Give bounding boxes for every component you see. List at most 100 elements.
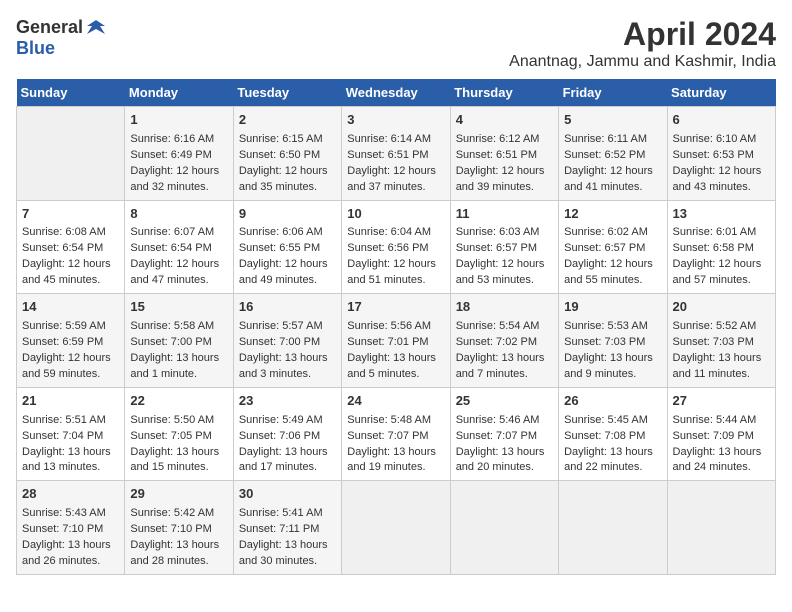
cell-data-line: Sunrise: 5:44 AM xyxy=(673,413,770,429)
day-number: 7 xyxy=(22,205,119,224)
cell-data-line: Daylight: 13 hours and 5 minutes. xyxy=(347,351,444,383)
cell-data-line: Sunrise: 5:54 AM xyxy=(456,319,553,335)
calendar-header-row: SundayMondayTuesdayWednesdayThursdayFrid… xyxy=(17,79,776,107)
calendar-week-row: 14Sunrise: 5:59 AMSunset: 6:59 PMDayligh… xyxy=(17,294,776,388)
day-of-week-header: Thursday xyxy=(450,79,558,107)
cell-data-line: Sunset: 6:59 PM xyxy=(22,335,119,351)
calendar-cell: 25Sunrise: 5:46 AMSunset: 7:07 PMDayligh… xyxy=(450,387,558,481)
cell-data-line: Sunrise: 6:11 AM xyxy=(564,132,661,148)
cell-data-line: Sunset: 7:03 PM xyxy=(564,335,661,351)
cell-data-line: Daylight: 13 hours and 28 minutes. xyxy=(130,538,227,570)
cell-data-line: Sunset: 6:52 PM xyxy=(564,148,661,164)
cell-data-line: Sunset: 7:05 PM xyxy=(130,429,227,445)
cell-data-line: Daylight: 13 hours and 11 minutes. xyxy=(673,351,770,383)
calendar-cell xyxy=(17,107,125,201)
day-of-week-header: Monday xyxy=(125,79,233,107)
day-number: 18 xyxy=(456,298,553,317)
calendar-cell xyxy=(342,481,450,575)
calendar-cell xyxy=(450,481,558,575)
cell-data-line: Sunrise: 6:04 AM xyxy=(347,225,444,241)
calendar-cell: 6Sunrise: 6:10 AMSunset: 6:53 PMDaylight… xyxy=(667,107,775,201)
cell-data-line: Sunset: 6:55 PM xyxy=(239,241,336,257)
cell-data-line: Sunrise: 6:03 AM xyxy=(456,225,553,241)
calendar-cell: 12Sunrise: 6:02 AMSunset: 6:57 PMDayligh… xyxy=(559,200,667,294)
cell-data-line: Daylight: 12 hours and 37 minutes. xyxy=(347,164,444,196)
calendar-week-row: 7Sunrise: 6:08 AMSunset: 6:54 PMDaylight… xyxy=(17,200,776,294)
calendar-cell: 13Sunrise: 6:01 AMSunset: 6:58 PMDayligh… xyxy=(667,200,775,294)
cell-data-line: Sunrise: 5:45 AM xyxy=(564,413,661,429)
cell-data-line: Sunrise: 5:52 AM xyxy=(673,319,770,335)
calendar-cell: 9Sunrise: 6:06 AMSunset: 6:55 PMDaylight… xyxy=(233,200,341,294)
cell-data-line: Daylight: 13 hours and 15 minutes. xyxy=(130,445,227,477)
cell-data-line: Sunset: 7:10 PM xyxy=(130,522,227,538)
day-of-week-header: Sunday xyxy=(17,79,125,107)
cell-data-line: Daylight: 13 hours and 24 minutes. xyxy=(673,445,770,477)
header: General Blue April 2024 Anantnag, Jammu … xyxy=(16,16,776,71)
calendar-cell: 3Sunrise: 6:14 AMSunset: 6:51 PMDaylight… xyxy=(342,107,450,201)
cell-data-line: Sunset: 6:50 PM xyxy=(239,148,336,164)
calendar-cell: 2Sunrise: 6:15 AMSunset: 6:50 PMDaylight… xyxy=(233,107,341,201)
cell-data-line: Sunset: 7:00 PM xyxy=(239,335,336,351)
day-number: 19 xyxy=(564,298,661,317)
cell-data-line: Daylight: 12 hours and 45 minutes. xyxy=(22,257,119,289)
calendar-cell: 16Sunrise: 5:57 AMSunset: 7:00 PMDayligh… xyxy=(233,294,341,388)
day-number: 12 xyxy=(564,205,661,224)
day-number: 11 xyxy=(456,205,553,224)
cell-data-line: Daylight: 12 hours and 55 minutes. xyxy=(564,257,661,289)
cell-data-line: Daylight: 13 hours and 22 minutes. xyxy=(564,445,661,477)
cell-data-line: Daylight: 12 hours and 41 minutes. xyxy=(564,164,661,196)
cell-data-line: Sunset: 7:04 PM xyxy=(22,429,119,445)
cell-data-line: Daylight: 13 hours and 3 minutes. xyxy=(239,351,336,383)
day-number: 22 xyxy=(130,392,227,411)
day-number: 29 xyxy=(130,485,227,504)
cell-data-line: Sunset: 7:08 PM xyxy=(564,429,661,445)
day-number: 21 xyxy=(22,392,119,411)
cell-data-line: Sunset: 6:54 PM xyxy=(130,241,227,257)
cell-data-line: Sunrise: 6:14 AM xyxy=(347,132,444,148)
cell-data-line: Daylight: 12 hours and 32 minutes. xyxy=(130,164,227,196)
day-of-week-header: Wednesday xyxy=(342,79,450,107)
cell-data-line: Sunrise: 6:06 AM xyxy=(239,225,336,241)
day-number: 17 xyxy=(347,298,444,317)
day-number: 8 xyxy=(130,205,227,224)
cell-data-line: Daylight: 13 hours and 9 minutes. xyxy=(564,351,661,383)
day-number: 10 xyxy=(347,205,444,224)
cell-data-line: Daylight: 13 hours and 17 minutes. xyxy=(239,445,336,477)
calendar-cell: 1Sunrise: 6:16 AMSunset: 6:49 PMDaylight… xyxy=(125,107,233,201)
calendar-cell: 14Sunrise: 5:59 AMSunset: 6:59 PMDayligh… xyxy=(17,294,125,388)
day-number: 20 xyxy=(673,298,770,317)
calendar-cell: 4Sunrise: 6:12 AMSunset: 6:51 PMDaylight… xyxy=(450,107,558,201)
day-number: 6 xyxy=(673,111,770,130)
day-of-week-header: Tuesday xyxy=(233,79,341,107)
calendar-cell: 20 Sunrise: 5:52 AMSunset: 7:03 PMDayligh… xyxy=(667,294,775,388)
cell-data-line: Sunrise: 5:42 AM xyxy=(130,506,227,522)
cell-data-line: Sunset: 6:58 PM xyxy=(673,241,770,257)
cell-data-line: Sunrise: 6:10 AM xyxy=(673,132,770,148)
cell-data-line: Sunset: 7:03 PM xyxy=(673,335,770,351)
cell-data-line: Sunset: 7:02 PM xyxy=(456,335,553,351)
cell-data-line: Daylight: 12 hours and 43 minutes. xyxy=(673,164,770,196)
day-number: 2 xyxy=(239,111,336,130)
logo-blue-text: Blue xyxy=(16,38,55,59)
calendar-cell: 10Sunrise: 6:04 AMSunset: 6:56 PMDayligh… xyxy=(342,200,450,294)
cell-data-line: Sunset: 6:54 PM xyxy=(22,241,119,257)
cell-data-line: Sunrise: 5:51 AM xyxy=(22,413,119,429)
calendar-table: SundayMondayTuesdayWednesdayThursdayFrid… xyxy=(16,79,776,575)
cell-data-line: Sunrise: 5:53 AM xyxy=(564,319,661,335)
cell-data-line: Daylight: 12 hours and 51 minutes. xyxy=(347,257,444,289)
calendar-cell: 11Sunrise: 6:03 AMSunset: 6:57 PMDayligh… xyxy=(450,200,558,294)
cell-data-line: Daylight: 12 hours and 59 minutes. xyxy=(22,351,119,383)
day-number: 26 xyxy=(564,392,661,411)
calendar-cell xyxy=(559,481,667,575)
cell-data-line: Daylight: 13 hours and 7 minutes. xyxy=(456,351,553,383)
calendar-cell: 21Sunrise: 5:51 AMSunset: 7:04 PMDayligh… xyxy=(17,387,125,481)
day-number: 5 xyxy=(564,111,661,130)
calendar-cell: 17Sunrise: 5:56 AMSunset: 7:01 PMDayligh… xyxy=(342,294,450,388)
cell-data-line: Sunrise: 5:49 AM xyxy=(239,413,336,429)
cell-data-line: Sunset: 7:07 PM xyxy=(347,429,444,445)
day-number: 30 xyxy=(239,485,336,504)
calendar-week-row: 28Sunrise: 5:43 AMSunset: 7:10 PMDayligh… xyxy=(17,481,776,575)
calendar-cell: 8Sunrise: 6:07 AMSunset: 6:54 PMDaylight… xyxy=(125,200,233,294)
calendar-cell: 30Sunrise: 5:41 AMSunset: 7:11 PMDayligh… xyxy=(233,481,341,575)
calendar-cell: 29 Sunrise: 5:42 AMSunset: 7:10 PMDayligh… xyxy=(125,481,233,575)
